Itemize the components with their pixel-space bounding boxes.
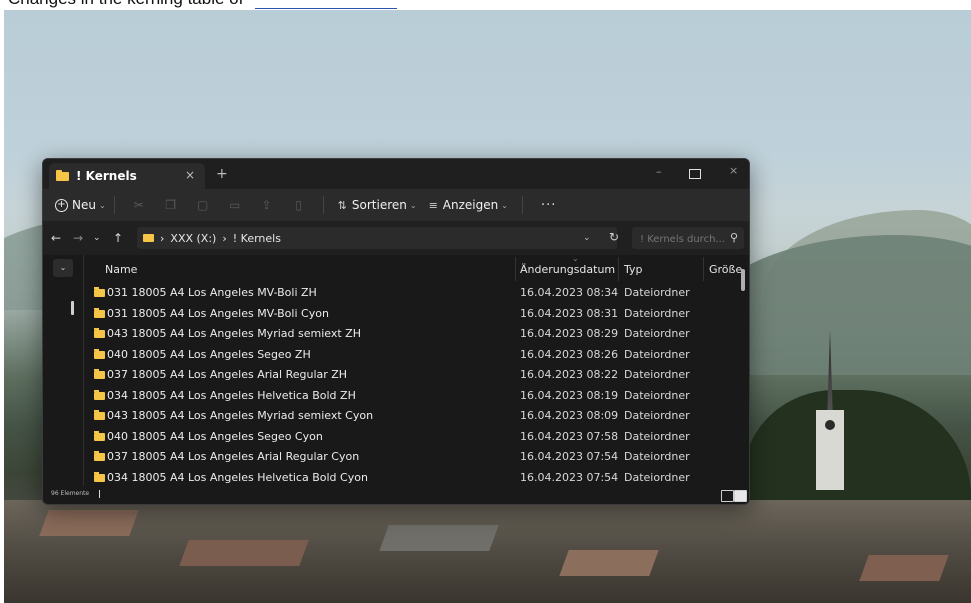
search-box: ⚲ xyxy=(632,227,744,250)
file-rows: 031 18005 A4 Los Angeles MV-Boli ZH 16.04… xyxy=(83,283,749,488)
table-row[interactable]: 040 18005 A4 Los Angeles Segeo Cyon 16.04… xyxy=(83,427,749,448)
plus-circle-icon: + xyxy=(55,198,68,212)
sort-indicator-icon: ⌄ xyxy=(572,254,579,263)
recent-chevron-icon[interactable]: ⌄ xyxy=(93,233,101,243)
folder-icon xyxy=(94,287,105,297)
delete-icon[interactable]: ▯ xyxy=(291,198,307,212)
table-row[interactable]: 031 18005 A4 Los Angeles MV-Boli Cyon 16.… xyxy=(83,304,749,325)
paste-icon[interactable]: ▢ xyxy=(195,198,211,212)
document-link[interactable] xyxy=(255,7,398,9)
view-lines-icon: ≡ xyxy=(428,198,438,212)
rename-icon[interactable]: ▭ xyxy=(227,198,243,212)
back-arrow-icon[interactable]: ← xyxy=(51,231,61,245)
folder-icon xyxy=(94,410,105,420)
address-bar[interactable]: › XXX (X:) › ! Kernels xyxy=(137,227,617,249)
breadcrumb-drive[interactable]: XXX (X:) xyxy=(170,232,216,245)
item-count: 96 Elemente xyxy=(51,490,90,497)
tiles-view-button[interactable] xyxy=(734,490,747,502)
wallpaper-town xyxy=(4,500,971,603)
copy-icon[interactable]: ❐ xyxy=(163,198,179,212)
column-header-date[interactable]: Änderungsdatum xyxy=(520,263,615,276)
column-divider[interactable] xyxy=(703,257,704,281)
column-header-size[interactable]: Größe xyxy=(709,263,742,276)
new-label: Neu xyxy=(72,198,96,212)
column-divider[interactable] xyxy=(515,257,516,281)
church-clock xyxy=(825,420,835,430)
wallpaper-roof xyxy=(39,510,139,536)
column-header-row: Name ⌄ Änderungsdatum Typ Größe xyxy=(83,254,749,283)
forward-arrow-icon[interactable]: → xyxy=(73,231,83,245)
toolbar-divider xyxy=(521,196,523,214)
column-header-name[interactable]: Name xyxy=(105,263,137,276)
sort-label: Sortieren xyxy=(351,198,407,212)
close-window-button[interactable]: × xyxy=(729,164,738,177)
share-icon[interactable]: ⇪ xyxy=(259,198,275,212)
vertical-scrollbar[interactable] xyxy=(741,269,745,291)
title-bar: ! Kernels × + – × xyxy=(43,159,749,189)
wallpaper-roof xyxy=(859,555,949,581)
chevron-down-icon: ⌄ xyxy=(409,200,417,210)
sort-icon: ⇅ xyxy=(337,198,347,212)
table-row[interactable]: 031 18005 A4 Los Angeles MV-Boli ZH 16.04… xyxy=(83,283,749,304)
wallpaper-roof xyxy=(379,525,499,551)
view-button[interactable]: ≡ Anzeigen ⌄ xyxy=(429,198,508,212)
expand-chevron-icon[interactable]: ⌄ xyxy=(53,259,73,277)
breadcrumb-separator: › xyxy=(222,231,227,245)
table-row[interactable]: 034 18005 A4 Los Angeles Helvetica Bold … xyxy=(83,468,749,489)
column-divider[interactable] xyxy=(618,257,619,281)
folder-icon xyxy=(94,307,105,318)
maximize-button[interactable] xyxy=(689,169,701,179)
table-row[interactable]: 040 18005 A4 Los Angeles Segeo ZH 16.04.2… xyxy=(83,345,749,366)
chevron-down-icon: ⌄ xyxy=(98,200,106,210)
chevron-down-icon: ⌄ xyxy=(501,200,508,210)
new-button[interactable]: + Neu ⌄ xyxy=(55,198,106,212)
folder-icon xyxy=(56,169,69,181)
address-bar-row: ← → ⌄ ↑ › XXX (X:) › ! Kernels ⌄ ↻ ⚲ xyxy=(43,221,749,255)
details-view-button[interactable] xyxy=(721,490,734,502)
cut-icon[interactable]: ✂ xyxy=(131,198,147,212)
table-row[interactable]: 043 18005 A4 Los Angeles Myriad semiext … xyxy=(83,406,749,427)
table-row[interactable]: 037 18005 A4 Los Angeles Arial Regular C… xyxy=(83,447,749,468)
minimize-button[interactable]: – xyxy=(656,165,662,178)
folder-icon xyxy=(94,369,105,379)
status-divider xyxy=(99,490,100,498)
command-bar: + Neu ⌄ ✂ ❐ ▢ ▭ ⇪ ▯ ⇅ Sortieren ⌄ ≡ Anze… xyxy=(43,189,749,221)
file-list: Name ⌄ Änderungsdatum Typ Größe 031 1800… xyxy=(83,254,749,488)
search-input[interactable] xyxy=(638,229,726,250)
wallpaper-roof xyxy=(179,540,309,566)
file-explorer-window: ! Kernels × + – × + Neu ⌄ ✂ ❐ ▢ ▭ ⇪ ▯ ⇅ … xyxy=(42,158,750,505)
folder-icon xyxy=(94,389,105,400)
folder-icon xyxy=(94,451,105,461)
folder-icon xyxy=(94,471,105,482)
view-label: Anzeigen xyxy=(442,198,499,212)
tab-kernels[interactable]: ! Kernels × xyxy=(49,163,205,189)
table-row[interactable]: 037 18005 A4 Los Angeles Arial Regular Z… xyxy=(83,365,749,386)
tab-title: ! Kernels xyxy=(76,169,137,183)
folder-icon xyxy=(94,348,105,359)
wallpaper-roof xyxy=(559,550,659,576)
up-arrow-icon[interactable]: ↑ xyxy=(113,231,123,245)
document-strip: Changes in the kerning table of xyxy=(0,0,971,10)
toolbar-divider xyxy=(113,196,115,214)
status-bar: 96 Elemente xyxy=(43,486,749,504)
address-history-chevron-icon[interactable]: ⌄ xyxy=(583,233,591,243)
navigation-pane: ⌄ xyxy=(43,255,84,486)
new-tab-icon[interactable]: + xyxy=(216,167,228,181)
folder-icon xyxy=(143,234,154,242)
breadcrumb-folder[interactable]: ! Kernels xyxy=(233,232,281,245)
toolbar-divider xyxy=(322,196,324,214)
column-header-type[interactable]: Typ xyxy=(624,263,643,276)
breadcrumb-separator: › xyxy=(160,231,165,245)
table-row[interactable]: 043 18005 A4 Los Angeles Myriad semiext … xyxy=(83,324,749,345)
document-text: Changes in the kerning table of xyxy=(8,0,398,9)
table-row[interactable]: 034 18005 A4 Los Angeles Helvetica Bold … xyxy=(83,386,749,407)
folder-icon xyxy=(94,328,105,338)
search-icon[interactable]: ⚲ xyxy=(730,231,738,244)
refresh-icon[interactable]: ↻ xyxy=(609,230,619,244)
sort-button[interactable]: ⇅ Sortieren ⌄ xyxy=(338,198,417,212)
more-options-button[interactable]: ··· xyxy=(541,198,556,213)
close-tab-icon[interactable]: × xyxy=(185,168,195,182)
folder-icon xyxy=(94,430,105,441)
selection-indicator xyxy=(71,301,74,315)
